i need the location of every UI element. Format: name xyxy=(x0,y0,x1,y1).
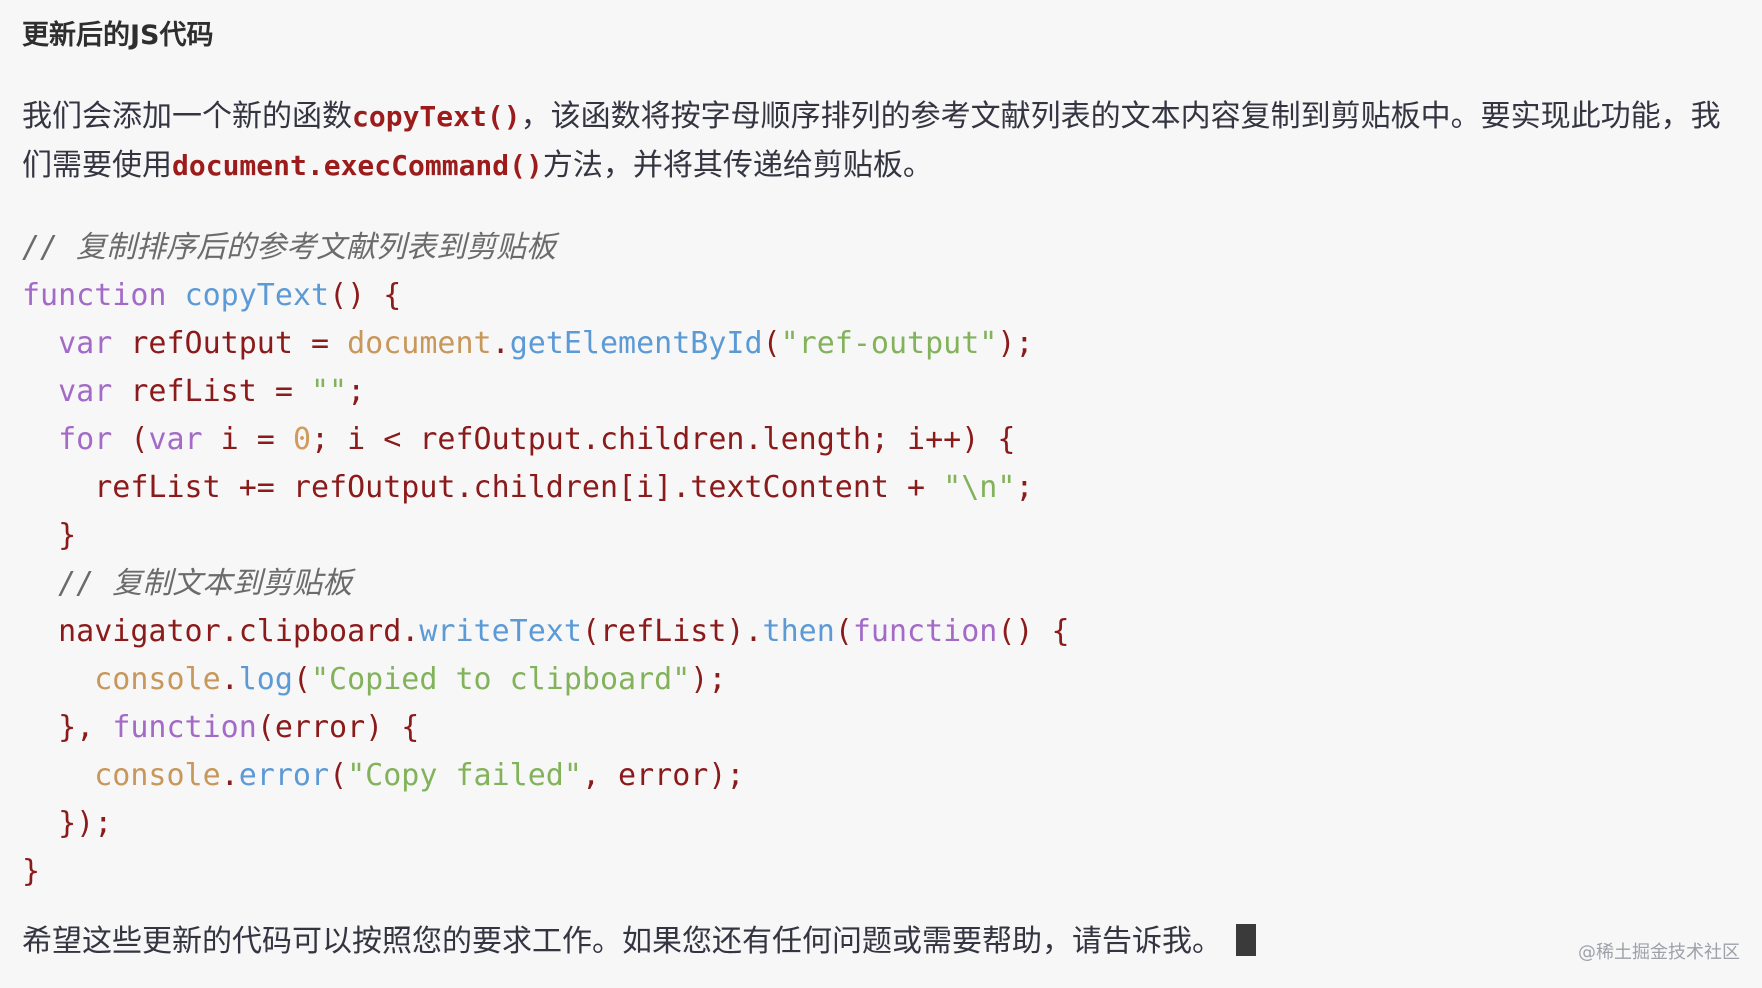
code-token: "Copied to clipboard" xyxy=(311,662,691,697)
code-token: console xyxy=(94,758,221,793)
inline-code-copytext: copyText() xyxy=(352,100,521,133)
code-token: function xyxy=(852,614,998,649)
code-token: refList = xyxy=(112,374,311,409)
code-token: (refList). xyxy=(581,614,763,649)
closing-text: 希望这些更新的代码可以按照您的要求工作。如果您还有任何问题或需要帮助，请告诉我。 xyxy=(22,924,1222,959)
intro-paragraph: 我们会添加一个新的函数copyText()，该函数将按字母顺序排列的参考文献列表… xyxy=(22,92,1742,190)
code-token: var xyxy=(58,326,113,361)
code-token: copyText xyxy=(184,278,330,313)
code-token: . xyxy=(491,326,510,361)
code-token: var xyxy=(148,422,203,457)
intro-text-1: 我们会添加一个新的函数 xyxy=(22,99,352,134)
code-token: ( xyxy=(329,758,348,793)
code-token: . xyxy=(220,662,239,697)
code-token: () { xyxy=(329,278,402,313)
code-token: () { xyxy=(997,614,1070,649)
code-token: "ref-output" xyxy=(780,326,998,361)
code-line: console.log("Copied to clipboard"); xyxy=(22,656,1742,704)
code-token: ( xyxy=(292,662,311,697)
code-line: for (var i = 0; i < refOutput.children.l… xyxy=(22,416,1742,464)
code-token: } xyxy=(22,854,41,889)
code-token: var xyxy=(58,374,113,409)
code-token: "Copy failed" xyxy=(347,758,582,793)
code-token: ; i < refOutput.children.length; i++) { xyxy=(311,422,1016,457)
code-token: writeText xyxy=(419,614,582,649)
code-token: for xyxy=(58,422,113,457)
code-token: document xyxy=(347,326,492,361)
code-token: ; xyxy=(1015,470,1034,505)
code-token: function xyxy=(22,278,167,313)
code-token: ); xyxy=(690,662,727,697)
code-token: }, xyxy=(22,710,113,745)
code-token: ; xyxy=(347,374,366,409)
code-line: } xyxy=(22,848,1742,896)
code-token: (error) { xyxy=(256,710,420,745)
text-cursor xyxy=(1236,924,1256,956)
section-heading: 更新后的JS代码 xyxy=(22,20,214,51)
code-token: . xyxy=(220,758,239,793)
code-token: "\n" xyxy=(943,470,1016,505)
inline-code-execcommand: document.execCommand() xyxy=(172,149,543,182)
code-token: ( xyxy=(834,614,853,649)
intro-text-3: 方法，并将其传递给剪贴板。 xyxy=(542,148,933,183)
code-line: }); xyxy=(22,800,1742,848)
code-token: 0 xyxy=(292,422,311,457)
code-line: var refOutput = document.getElementById(… xyxy=(22,320,1742,368)
code-token: getElementById xyxy=(509,326,763,361)
code-line: navigator.clipboard.writeText(refList).t… xyxy=(22,608,1742,656)
code-line: var refList = ""; xyxy=(22,368,1742,416)
message-content: 更新后的JS代码 我们会添加一个新的函数copyText()，该函数将按字母顺序… xyxy=(22,16,1742,896)
code-token: , error); xyxy=(581,758,745,793)
code-token: i = xyxy=(202,422,293,457)
code-token: // 复制排序后的参考文献列表到剪贴板 xyxy=(22,230,557,265)
code-line: console.error("Copy failed", error); xyxy=(22,752,1742,800)
code-line: refList += refOutput.children[i].textCon… xyxy=(22,464,1742,512)
code-token: ( xyxy=(762,326,781,361)
code-line: function copyText() { xyxy=(22,272,1742,320)
code-token: ); xyxy=(997,326,1034,361)
code-line: }, function(error) { xyxy=(22,704,1742,752)
code-token: "" xyxy=(311,374,348,409)
code-line: } xyxy=(22,512,1742,560)
code-token: log xyxy=(238,662,293,697)
code-block: // 复制排序后的参考文献列表到剪贴板 function copyText() {… xyxy=(22,224,1742,896)
code-token: refList += refOutput.children[i].textCon… xyxy=(22,470,944,505)
closing-paragraph: 希望这些更新的代码可以按照您的要求工作。如果您还有任何问题或需要帮助，请告诉我。 xyxy=(22,920,1256,964)
code-line: // 复制文本到剪贴板 xyxy=(22,560,1742,608)
code-token: console xyxy=(94,662,221,697)
code-line: // 复制排序后的参考文献列表到剪贴板 xyxy=(22,224,1742,272)
code-token: } xyxy=(22,518,77,553)
code-token: refOutput = xyxy=(112,326,348,361)
code-token: function xyxy=(112,710,257,745)
code-token: }); xyxy=(22,806,113,841)
code-token: navigator.clipboard. xyxy=(22,614,420,649)
code-token: ( xyxy=(112,422,149,457)
code-token: error xyxy=(238,758,330,793)
code-token: then xyxy=(762,614,835,649)
watermark: @稀土掘金技术社区 xyxy=(1578,942,1740,963)
code-token: // 复制文本到剪贴板 xyxy=(58,566,353,601)
